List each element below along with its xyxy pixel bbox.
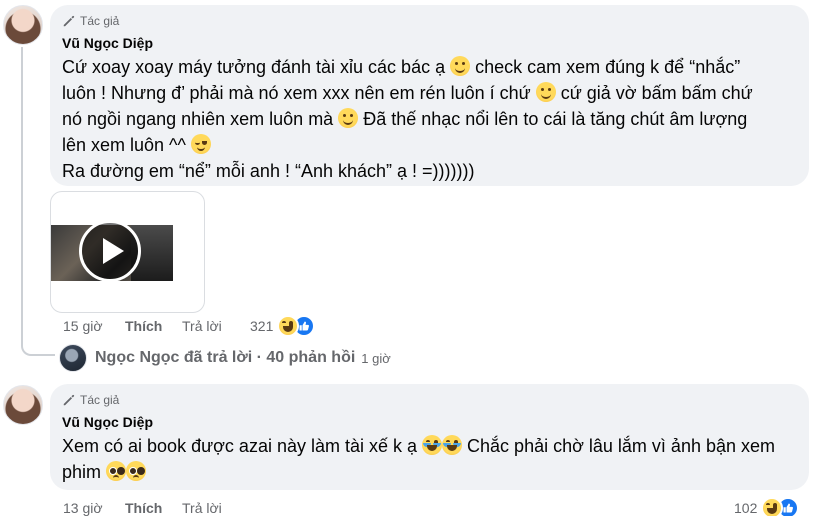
- author-tag: Tác giả: [62, 13, 797, 29]
- comment-time[interactable]: 15 giờ: [63, 318, 125, 334]
- comment-text-segment: phim: [62, 462, 107, 482]
- avatar[interactable]: [3, 385, 43, 425]
- replies-summary-row[interactable]: Ngọc Ngọc đã trả lời · 40 phản hồi 1 giờ: [59, 344, 391, 372]
- comment-bubble: Tác giả Vũ Ngọc Diệp Cứ xoay xoay máy tư…: [50, 5, 809, 186]
- author-tag: Tác giả: [62, 392, 797, 408]
- smile-emoji-icon: [535, 82, 556, 102]
- comment-text-segment: check cam xem đúng k để “nhắc”: [470, 57, 741, 77]
- comment-text-segment: nó ngồi ngang nhiên xem luôn mà: [62, 109, 339, 129]
- comment-text-segment: luôn ! Nhưng đ’ phải mà nó xem xxx nên e…: [62, 83, 536, 103]
- thread-line: [21, 47, 23, 343]
- haha-icon: [761, 497, 784, 516]
- tears-of-joy-emoji-icon: [442, 435, 463, 455]
- comment-text: Xem có ai book được azai này làm tài xế …: [62, 433, 797, 485]
- reply-button[interactable]: Trả lời: [182, 318, 222, 334]
- play-icon: [102, 238, 124, 264]
- author-tag-label: Tác giả: [80, 14, 120, 28]
- comment-text-segment: Đã thế nhạc nổi lên to cái là tăng chút …: [358, 109, 748, 129]
- comment-text-segment: Chắc phải chờ lâu lắm vì ảnh bận xem: [462, 436, 776, 456]
- comment-text-segment: lên xem luôn ^^: [62, 135, 191, 155]
- comment-time[interactable]: 13 giờ: [63, 500, 125, 516]
- replies-summary-time: 1 giờ: [361, 350, 391, 366]
- tears-of-joy-emoji-icon: [422, 435, 443, 455]
- pen-icon: [63, 15, 75, 27]
- comment-text-segment: Ra đường em “nể” mỗi anh ! “Anh khách” ạ…: [62, 161, 475, 181]
- comment-actions: 15 giờ Thích Trả lời: [63, 317, 222, 335]
- pleading-emoji-icon: [126, 461, 147, 481]
- like-button[interactable]: Thích: [125, 500, 182, 516]
- like-button[interactable]: Thích: [125, 318, 182, 334]
- video-attachment[interactable]: [50, 191, 205, 313]
- author-tag-label: Tác giả: [80, 393, 120, 407]
- reply-button[interactable]: Trả lời: [182, 500, 222, 516]
- smile-emoji-icon: [450, 56, 471, 76]
- pen-icon: [63, 394, 75, 406]
- play-button[interactable]: [79, 220, 141, 282]
- comment-actions: 13 giờ Thích Trả lời: [63, 499, 222, 516]
- comment-text-segment: Xem có ai book được azai này làm tài xế …: [62, 436, 423, 456]
- comment-text-segment: Cứ xoay xoay máy tưởng đánh tài xỉu các …: [62, 57, 451, 77]
- pleading-emoji-icon: [106, 461, 127, 481]
- reaction-count: 102: [734, 500, 758, 516]
- comment-text: Cứ xoay xoay máy tưởng đánh tài xỉu các …: [62, 54, 797, 184]
- smile-emoji-icon: [338, 108, 359, 128]
- comment-text-segment: cứ giả vờ bấm bấm chứ: [555, 83, 753, 103]
- relieved-emoji-icon: [190, 134, 211, 154]
- avatar[interactable]: [3, 5, 43, 45]
- replier-avatar[interactable]: [59, 344, 87, 372]
- reactions-summary[interactable]: 321: [250, 315, 316, 337]
- reactions-summary[interactable]: 102: [734, 497, 800, 516]
- author-name[interactable]: Vũ Ngọc Diệp: [62, 413, 797, 431]
- comment-bubble: Tác giả Vũ Ngọc Diệp Xem có ai book được…: [50, 384, 809, 490]
- reaction-count: 321: [250, 318, 274, 334]
- author-name[interactable]: Vũ Ngọc Diệp: [62, 34, 797, 52]
- replies-summary-text[interactable]: Ngọc Ngọc đã trả lời · 40 phản hồi: [95, 349, 355, 367]
- thread-line-curve: [21, 342, 55, 356]
